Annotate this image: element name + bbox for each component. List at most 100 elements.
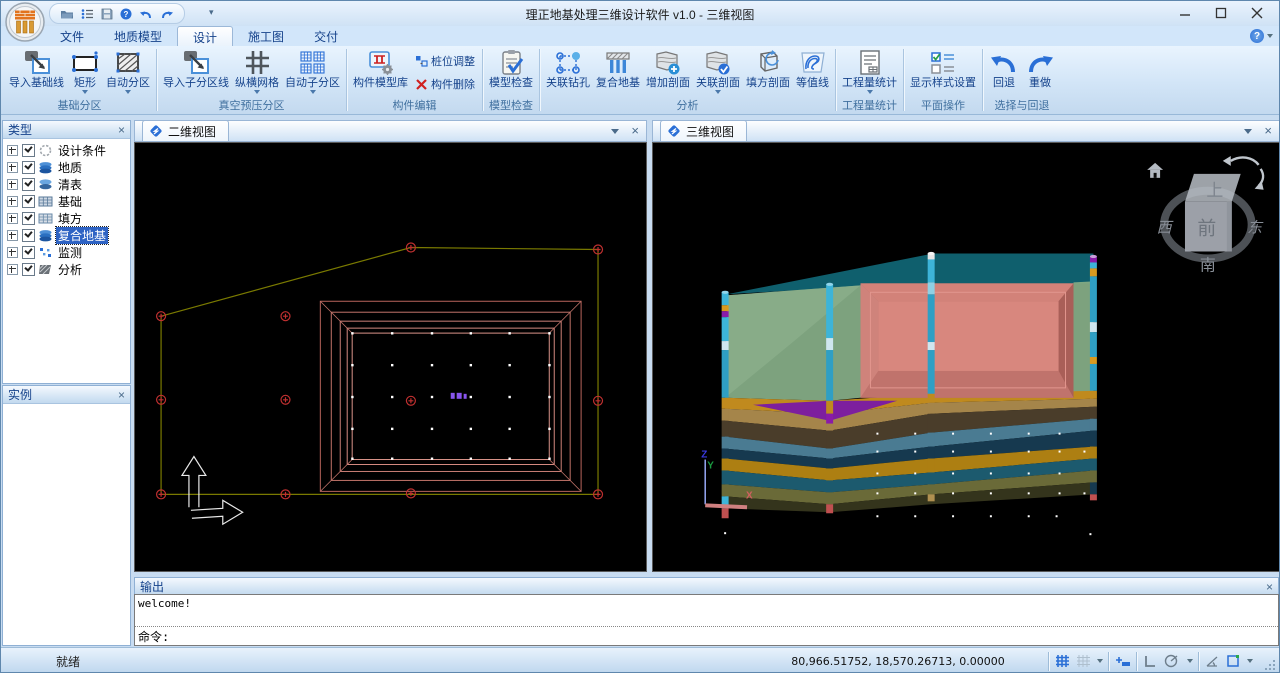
link-section-button[interactable]: 关联剖面 [693, 47, 743, 94]
fill-section-button[interactable]: 填方剖面 [743, 47, 793, 89]
add-section-button[interactable]: 增加剖面 [643, 47, 693, 89]
tab-construction-drawing[interactable]: 施工图 [233, 26, 299, 46]
checkbox-checked[interactable] [22, 161, 35, 174]
undo-qat-icon[interactable] [139, 8, 153, 20]
display-grid-icon[interactable] [1076, 654, 1091, 668]
expand-icon[interactable] [7, 145, 18, 156]
tree-item-fill[interactable]: 填方 [7, 210, 130, 227]
pile-adjust-button[interactable]: 桩位调整 [415, 53, 475, 69]
ribbon-group-label: 模型检查 [486, 100, 536, 114]
expand-icon[interactable] [7, 247, 18, 258]
instance-panel-close-icon[interactable] [118, 389, 125, 401]
checkbox-checked[interactable] [22, 229, 35, 242]
undo-button[interactable]: 回退 [986, 47, 1022, 89]
type-panel-close-icon[interactable] [118, 124, 125, 136]
canvas-2d[interactable] [134, 142, 647, 572]
checkbox-checked[interactable] [22, 178, 35, 191]
ortho-mode-icon[interactable] [1143, 654, 1157, 668]
selection-window-icon[interactable] [1226, 654, 1241, 668]
expand-icon[interactable] [7, 213, 18, 224]
grid-options-arrow-icon[interactable] [1097, 659, 1103, 663]
minimize-button[interactable] [1167, 2, 1203, 23]
tree-item-monitoring[interactable]: 监测 [7, 244, 130, 261]
expand-icon[interactable] [7, 162, 18, 173]
display-style-settings-button[interactable]: 显示样式设置 [907, 47, 979, 89]
view-3d-menu-icon[interactable] [1244, 129, 1252, 134]
borehole-column [826, 283, 833, 514]
help-qat-icon[interactable]: ? [120, 8, 132, 20]
tree-item-foundation[interactable]: 基础 [7, 193, 130, 210]
help-dropdown-icon[interactable] [1267, 34, 1273, 38]
model-check-button[interactable]: 模型检查 [486, 47, 536, 89]
selection-options-arrow-icon[interactable] [1247, 659, 1253, 663]
tree-item-clearing[interactable]: 清表 [7, 176, 130, 193]
app-logo-icon[interactable] [5, 2, 45, 42]
view-3d-tab[interactable]: 三维视图 [660, 120, 747, 141]
tree-item-design-conditions[interactable]: 设计条件 [7, 142, 130, 159]
expand-icon[interactable] [7, 179, 18, 190]
checkbox-checked[interactable] [22, 144, 35, 157]
maximize-button[interactable] [1203, 2, 1239, 23]
view-2d-tab[interactable]: 二维视图 [142, 120, 229, 141]
checkbox-checked[interactable] [22, 263, 35, 276]
component-library-button[interactable]: 构件模型库 [350, 47, 411, 89]
component-delete-button[interactable]: 构件删除 [415, 76, 475, 92]
expand-icon[interactable] [7, 230, 18, 241]
view-2d-panel: 二维视图 [134, 120, 647, 572]
auto-sub-partition-button[interactable]: 自动子分区 [282, 47, 343, 94]
output-console[interactable]: welcome! 命令: [134, 594, 1279, 646]
tab-design[interactable]: 设计 [177, 26, 233, 47]
embankment-pad[interactable] [860, 283, 1073, 397]
button-label: 关联剖面 [696, 77, 740, 89]
help-button[interactable] [1250, 29, 1264, 43]
monitor-dots-icon [38, 246, 53, 259]
component-library-icon [366, 48, 396, 77]
tab-geology-model[interactable]: 地质模型 [99, 26, 177, 46]
open-folder-icon[interactable] [60, 8, 74, 20]
save-icon[interactable] [101, 8, 113, 20]
dropdown-arrow-icon [125, 90, 131, 94]
view-2d-menu-icon[interactable] [611, 129, 619, 134]
output-close-icon[interactable] [1266, 581, 1273, 593]
rectangle-button[interactable]: 矩形 [67, 47, 103, 94]
command-line[interactable]: 命令: [135, 626, 1278, 645]
ribbon-separator [346, 49, 347, 111]
checkbox-checked[interactable] [22, 212, 35, 225]
borehole-column [722, 291, 729, 519]
object-snap-icon[interactable] [1115, 654, 1131, 668]
tree-item-analysis[interactable]: 分析 [7, 261, 130, 278]
tree-item-composite-foundation[interactable]: 复合地基 [7, 227, 130, 244]
polar-tracking-icon[interactable] [1163, 654, 1181, 668]
close-button[interactable] [1239, 2, 1275, 23]
linked-borehole-button[interactable]: 关联钻孔 [543, 47, 593, 89]
composite-foundation-button[interactable]: 复合地基 [593, 47, 643, 89]
checkbox-checked[interactable] [22, 195, 35, 208]
expand-icon[interactable] [7, 264, 18, 275]
polar-options-arrow-icon[interactable] [1187, 659, 1193, 663]
view-3d-close-icon[interactable] [1264, 126, 1272, 136]
import-foundation-line-button[interactable]: 导入基础线 [6, 47, 67, 89]
redo-button[interactable]: 重做 [1022, 47, 1058, 89]
expand-icon[interactable] [7, 196, 18, 207]
resize-grip[interactable] [1263, 658, 1277, 672]
coordinates-readout: 80,966.51752, 18,570.26713, 0.00000 [753, 655, 1043, 668]
redo-qat-icon[interactable] [160, 8, 174, 20]
contour-line-button[interactable]: 等值线 [793, 47, 832, 89]
view-2d-close-icon[interactable] [631, 126, 639, 136]
auto-partition-button[interactable]: 自动分区 [103, 47, 153, 94]
canvas-3d[interactable]: Z Y X 上 前 西 东 南 [652, 142, 1280, 572]
svg-text:Y: Y [707, 460, 714, 471]
import-sub-partition-line-button[interactable]: 导入子分区线 [160, 47, 232, 89]
qat-customize-icon[interactable]: ▾ [209, 7, 214, 18]
add-section-icon [653, 48, 683, 77]
borehole-column [1090, 255, 1097, 500]
tree-item-geology[interactable]: 地质 [7, 159, 130, 176]
grid-lines-button[interactable]: 纵横网格 [232, 47, 282, 94]
angle-snap-icon[interactable] [1205, 654, 1220, 668]
snap-grid-icon[interactable] [1055, 654, 1070, 668]
checkbox-checked[interactable] [22, 246, 35, 259]
quantity-statistics-button[interactable]: 工程量统计 [839, 47, 900, 94]
tab-file[interactable]: 文件 [45, 26, 99, 46]
options-list-icon[interactable] [81, 8, 94, 20]
tab-delivery[interactable]: 交付 [299, 26, 353, 46]
